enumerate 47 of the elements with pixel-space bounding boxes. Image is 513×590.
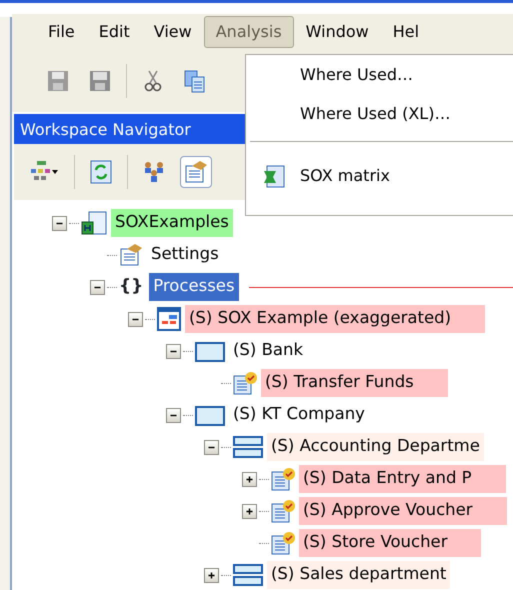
checklist-icon [271, 467, 295, 491]
tree-item[interactable]: (S) Store Voucher [299, 529, 482, 557]
tree-item[interactable]: SOXExamples [111, 209, 233, 237]
copy-icon [183, 69, 207, 93]
menu-item[interactable]: Analysis [204, 16, 294, 48]
people-icon [142, 160, 166, 184]
collapse-toggle[interactable] [90, 280, 105, 294]
tree-item[interactable]: (S) SOX Example (exaggerated) [185, 305, 486, 333]
checklist-icon [271, 499, 295, 523]
tree-item[interactable]: (S) Sales department [267, 561, 450, 589]
window-icon [157, 307, 181, 331]
document-icon [81, 211, 107, 235]
stacked-bars-icon [233, 563, 263, 587]
collapse-toggle[interactable] [204, 440, 219, 454]
collapse-toggle[interactable] [128, 312, 143, 326]
menu-item[interactable]: View [142, 16, 204, 48]
save-icon [46, 69, 70, 93]
tree-item[interactable]: (S) KT Company [229, 401, 369, 429]
menu-item[interactable]: Edit [86, 16, 142, 48]
toolbar-button[interactable] [180, 156, 212, 188]
checklist-icon [233, 371, 257, 395]
collapse-toggle[interactable] [166, 344, 181, 358]
expand-toggle[interactable] [204, 568, 219, 582]
stacked-bars-icon [233, 435, 263, 459]
rectangle-icon [195, 403, 225, 427]
rectangle-icon [195, 339, 225, 363]
tree-item[interactable]: (S) Data Entry and P [299, 465, 506, 493]
checklist-icon [271, 531, 295, 555]
settings-icon [119, 243, 143, 267]
tree-item[interactable]: (S) Accounting Departme [267, 433, 484, 461]
menu-item[interactable]: File [36, 16, 87, 48]
menu-item[interactable]: Hel [380, 16, 432, 48]
collapse-toggle[interactable] [166, 408, 181, 422]
menu-item[interactable]: Window [294, 16, 381, 48]
collapse-toggle[interactable] [52, 216, 67, 230]
tree-item[interactable]: Processes [149, 273, 239, 301]
expand-toggle[interactable] [242, 504, 257, 518]
refresh-icon [89, 160, 113, 184]
tree-item[interactable]: (S) Bank [229, 337, 308, 365]
expand-toggle[interactable] [242, 472, 257, 486]
tree-item[interactable]: (S) Approve Voucher [299, 497, 507, 525]
braces-icon: {} [119, 274, 144, 300]
tree-item[interactable]: (S) Transfer Funds [261, 369, 448, 397]
spreadsheet-icon [262, 164, 286, 188]
save-all-icon [88, 69, 112, 93]
settings-icon [184, 160, 208, 184]
tree-item[interactable]: Settings [147, 241, 223, 269]
